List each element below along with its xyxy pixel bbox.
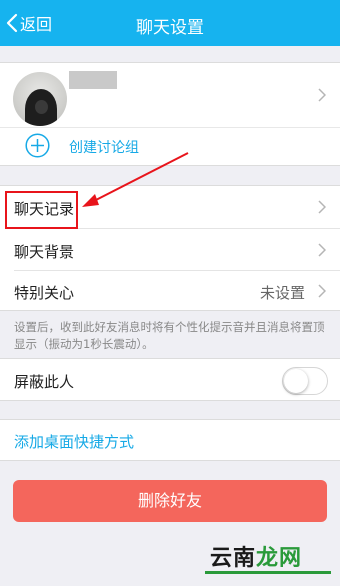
chevron-right-icon (318, 284, 326, 298)
nav-bar: 返回 聊天设置 (0, 0, 340, 46)
create-group-button[interactable]: 创建讨论组 (0, 128, 340, 166)
redacted-name (69, 71, 117, 89)
annotation-highlight-box (5, 191, 78, 229)
block-contact-label: 屏蔽此人 (14, 373, 75, 391)
watermark-part1: 云南 (210, 545, 257, 571)
plus-circle-icon (25, 133, 50, 158)
chat-background-label: 聊天背景 (14, 243, 75, 261)
profile-card: 创建讨论组 (0, 62, 340, 166)
avatar[interactable] (13, 72, 67, 126)
toggle-knob (284, 369, 308, 393)
create-group-label: 创建讨论组 (69, 140, 139, 156)
chat-background-row[interactable]: 聊天背景 (0, 229, 340, 271)
delete-friend-button[interactable]: 删除好友 (13, 480, 327, 522)
watermark-part2: 龙网 (256, 545, 303, 571)
avatar-face (35, 100, 48, 114)
block-contact-row: 屏蔽此人 (0, 358, 340, 401)
page-title: 聊天设置 (136, 18, 204, 38)
chevron-right-icon (318, 243, 326, 257)
special-care-hint: 设置后，收到此好友消息时将有个性化提示音并且消息将置顶显示（振动为1秒长震动）。 (14, 320, 325, 351)
add-desktop-shortcut-link[interactable]: 添加桌面快捷方式 (14, 431, 134, 452)
watermark-logo: 云南龙网 (210, 540, 302, 572)
special-care-row[interactable]: 特别关心 未设置 (0, 270, 340, 312)
special-care-label: 特别关心 (14, 284, 75, 302)
watermark-underline (205, 571, 331, 574)
chevron-right-icon[interactable] (318, 88, 326, 102)
block-contact-toggle[interactable] (282, 367, 328, 395)
chevron-right-icon (318, 200, 326, 214)
shortcut-card: 添加桌面快捷方式 (0, 419, 340, 461)
special-care-value: 未设置 (259, 284, 305, 302)
